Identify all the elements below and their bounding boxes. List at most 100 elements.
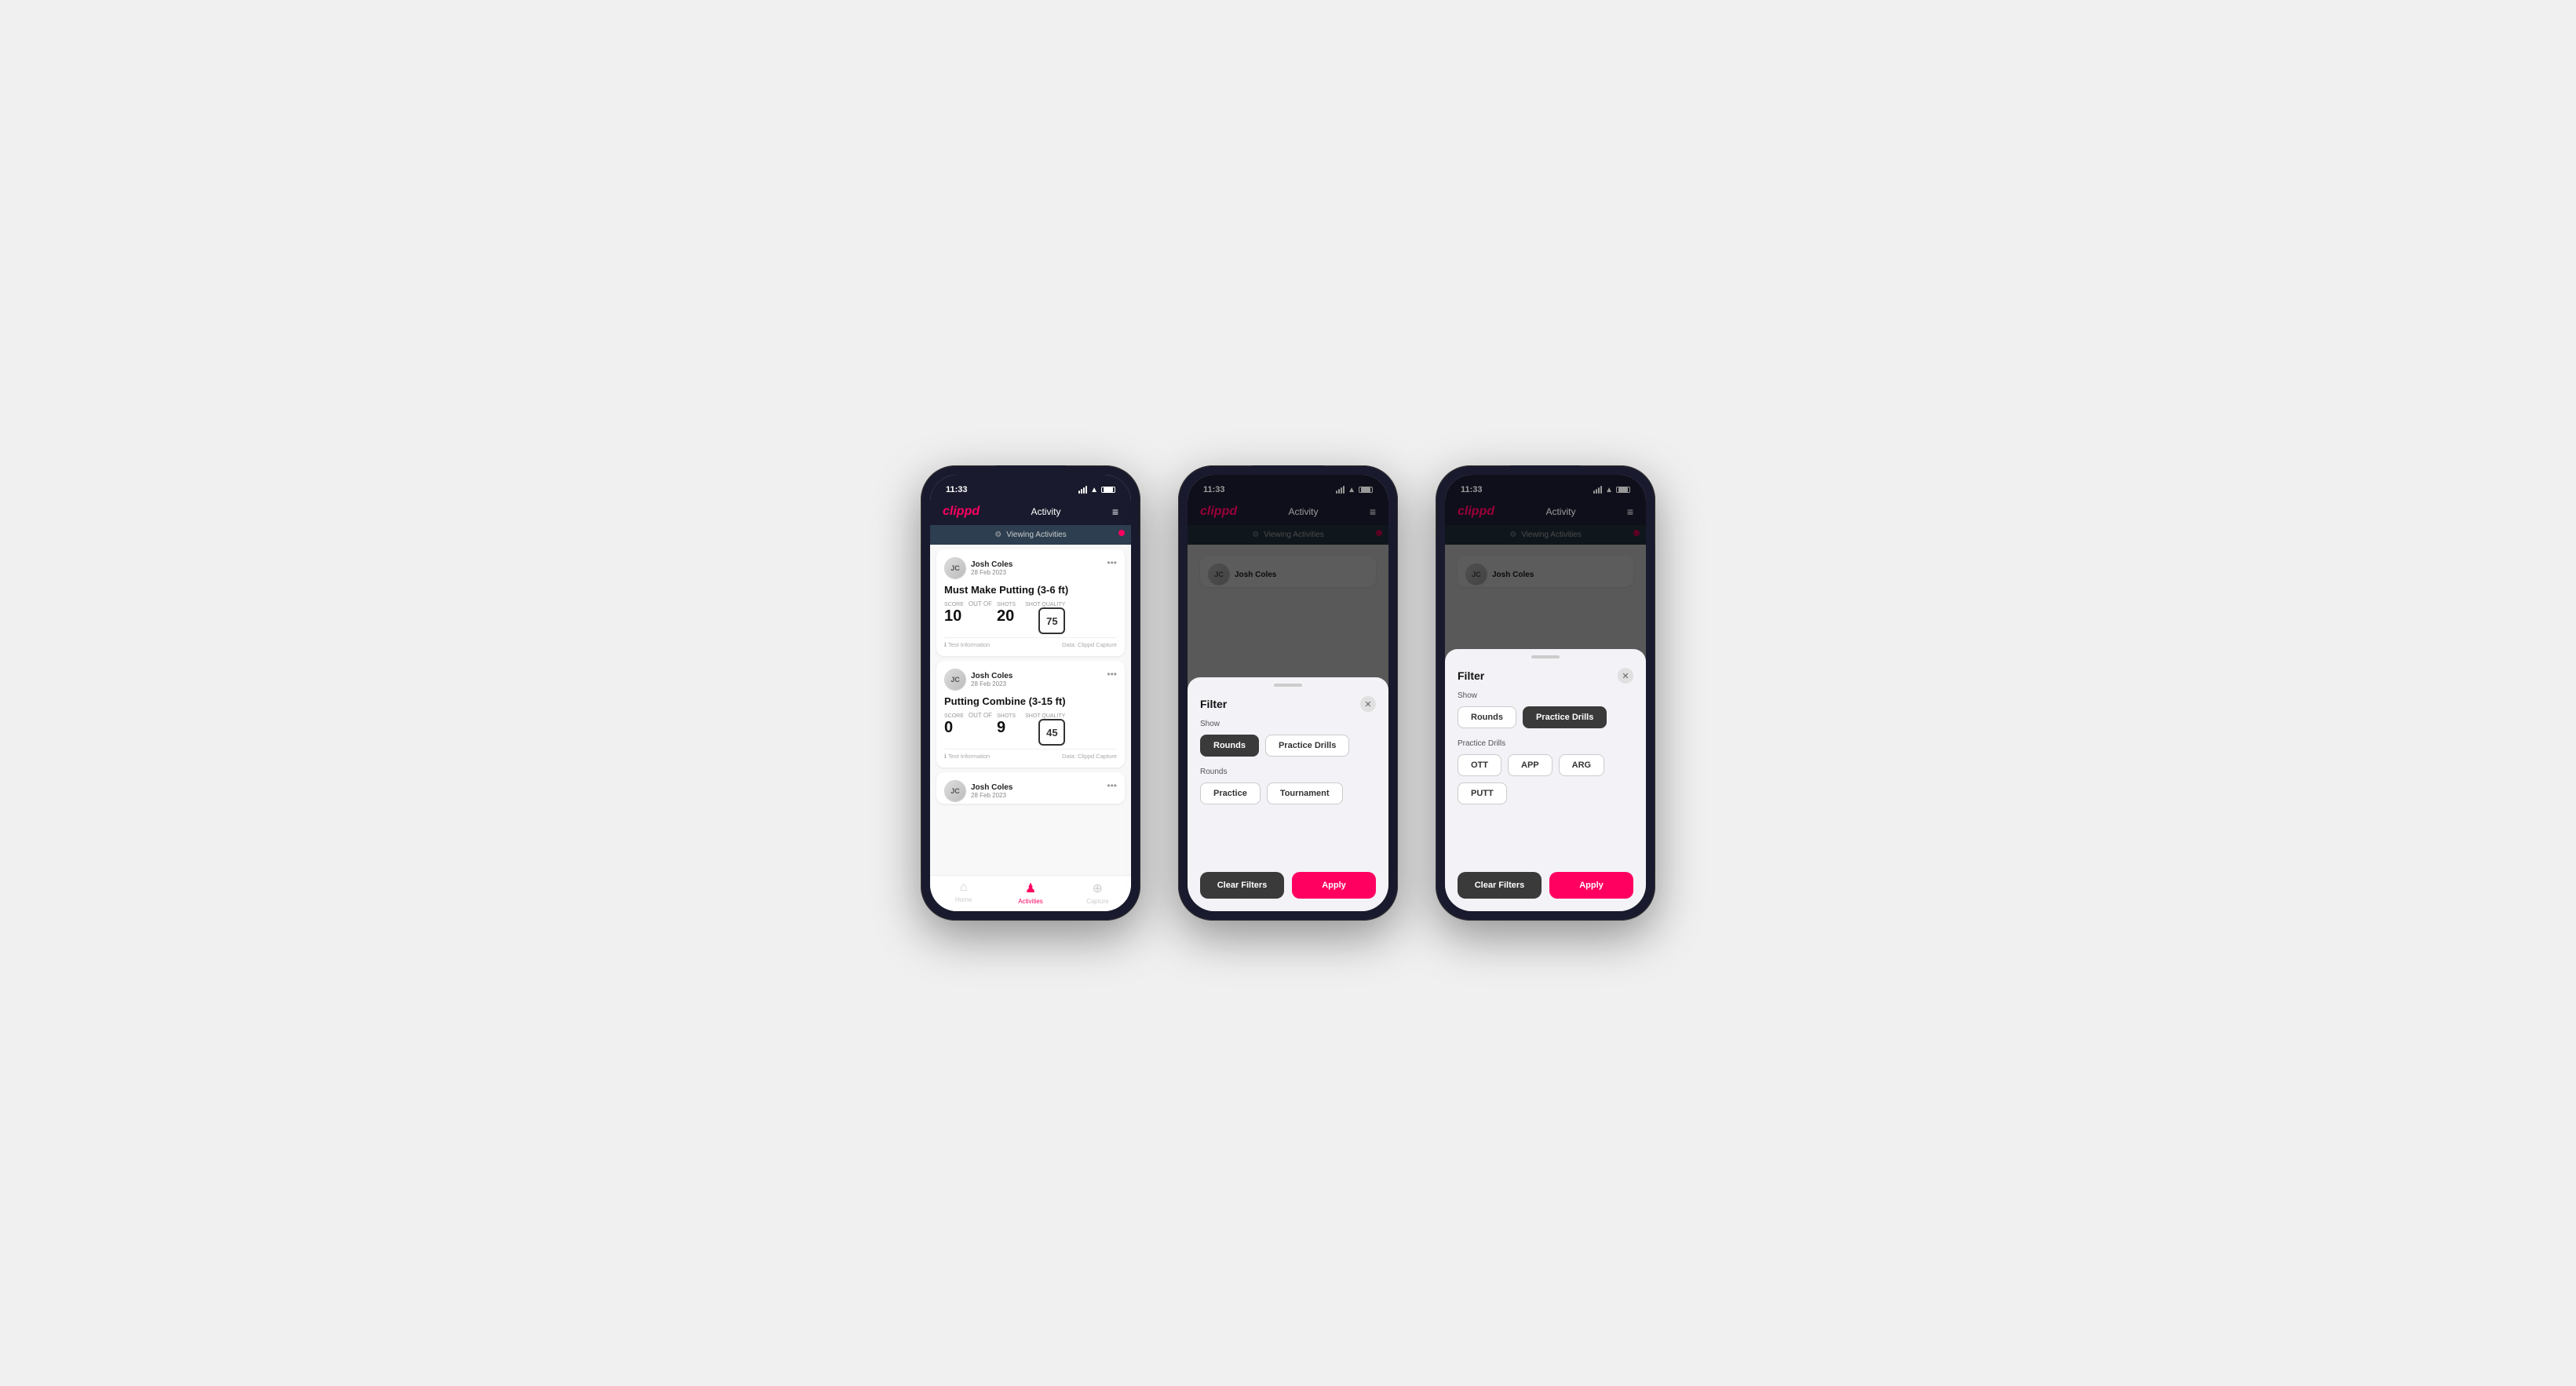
drills-filter-buttons-2: OTT APP ARG PUTT <box>1458 754 1633 804</box>
shots-value-2: 9 <box>997 719 1005 736</box>
modal-body-2: Show Rounds Practice Drills Practice Dri… <box>1445 691 1646 804</box>
sq-section-2: Shot Quality 45 <box>1025 713 1065 746</box>
sq-badge-2: 45 <box>1038 719 1065 746</box>
clear-filters-btn-2[interactable]: Clear Filters <box>1458 872 1542 899</box>
out-of-2: OUT OF <box>969 712 992 719</box>
score-value-1: 10 <box>944 607 961 625</box>
practice-drills-btn-2[interactable]: Practice Drills <box>1523 706 1607 728</box>
tournament-btn-1[interactable]: Tournament <box>1267 782 1343 804</box>
ott-btn-2[interactable]: OTT <box>1458 754 1501 776</box>
modal-footer-2: Clear Filters Apply <box>1445 863 1646 899</box>
user-details-1: Josh Coles 28 Feb 2023 <box>971 560 1013 576</box>
out-of-1: OUT OF <box>969 600 992 607</box>
app-btn-2[interactable]: APP <box>1508 754 1553 776</box>
user-name-1: Josh Coles <box>971 560 1013 569</box>
score-label-2: Score <box>944 713 964 719</box>
modal-footer-1: Clear Filters Apply <box>1188 863 1388 899</box>
signal-bar-2 <box>1081 489 1082 494</box>
scene: 11:33 ▲ clippd Activity <box>874 418 1702 968</box>
hamburger-icon-1[interactable]: ≡ <box>1112 505 1118 518</box>
shots-value-1: 20 <box>997 607 1014 625</box>
modal-header-2: Filter ✕ <box>1445 662 1646 691</box>
practice-drills-btn-1[interactable]: Practice Drills <box>1265 735 1349 757</box>
phone-2: 11:33 ▲ clippd Activity <box>1178 465 1398 921</box>
modal-handle-2 <box>1531 655 1560 658</box>
test-info-1: ℹ Test Information <box>944 641 990 648</box>
viewing-bar-1[interactable]: ⚙ Viewing Activities <box>930 525 1131 545</box>
card-header-2: JC Josh Coles 28 Feb 2023 ••• <box>944 669 1117 691</box>
filter-modal-1: Filter ✕ Show Rounds Practice Drills Rou… <box>1188 677 1388 911</box>
phone-2-inner: 11:33 ▲ clippd Activity <box>1188 475 1388 911</box>
filter-modal-2: Filter ✕ Show Rounds Practice Drills Pra… <box>1445 649 1646 911</box>
modal-body-1: Show Rounds Practice Drills Rounds Pract… <box>1188 720 1388 804</box>
more-dots-1[interactable]: ••• <box>1107 557 1117 568</box>
test-info-text-2: Test Information <box>948 753 990 760</box>
status-icons-1: ▲ <box>1078 486 1115 494</box>
avatar-2: JC <box>944 669 966 691</box>
rounds-section-label-1: Rounds <box>1200 768 1376 776</box>
arg-btn-2[interactable]: ARG <box>1559 754 1604 776</box>
modal-title-1: Filter <box>1200 698 1227 710</box>
rounds-btn-1[interactable]: Rounds <box>1200 735 1259 757</box>
status-time-1: 11:33 <box>946 485 968 494</box>
activities-icon-1: ♟ <box>1025 881 1036 896</box>
nav-capture-1[interactable]: ⊕ Capture <box>1064 881 1131 905</box>
nav-home-label-1: Home <box>955 896 972 903</box>
putt-btn-2[interactable]: PUTT <box>1458 782 1507 804</box>
filter-icon-1: ⚙ <box>994 531 1002 539</box>
signal-bar-3 <box>1083 487 1085 494</box>
apply-btn-1[interactable]: Apply <box>1292 872 1376 899</box>
info-icon-2: ℹ <box>944 753 947 760</box>
modal-header-1: Filter ✕ <box>1188 690 1388 720</box>
test-info-2: ℹ Test Information <box>944 753 990 760</box>
user-date-1: 28 Feb 2023 <box>971 569 1013 576</box>
activity-card-1: JC Josh Coles 28 Feb 2023 ••• Must Make … <box>936 549 1125 656</box>
user-info-1: JC Josh Coles 28 Feb 2023 <box>944 557 1013 579</box>
shots-label-1: Shots <box>997 602 1016 607</box>
clear-filters-btn-1[interactable]: Clear Filters <box>1200 872 1284 899</box>
app-title-1: Activity <box>1031 506 1060 517</box>
sq-label-1: Shot Quality <box>1025 602 1065 607</box>
home-icon-1: ⌂ <box>960 881 968 895</box>
nav-activities-1[interactable]: ♟ Activities <box>997 881 1064 905</box>
nav-capture-label-1: Capture <box>1086 898 1108 905</box>
close-btn-2[interactable]: ✕ <box>1618 668 1633 684</box>
sq-badge-1: 75 <box>1038 607 1065 634</box>
user-info-3: JC Josh Coles 28 Feb 2023 <box>944 780 1013 802</box>
signal-bar-1 <box>1078 491 1080 494</box>
avatar-inner-1: JC <box>945 558 965 578</box>
user-details-3: Josh Coles 28 Feb 2023 <box>971 783 1013 799</box>
score-label-1: Score <box>944 602 964 607</box>
app-content-1[interactable]: JC Josh Coles 28 Feb 2023 ••• Must Make … <box>930 545 1131 875</box>
red-dot-1 <box>1118 530 1125 536</box>
apply-btn-2[interactable]: Apply <box>1549 872 1633 899</box>
avatar-3: JC <box>944 780 966 802</box>
user-date-2: 28 Feb 2023 <box>971 680 1013 688</box>
phone-1-inner: 11:33 ▲ clippd Activity <box>930 475 1131 911</box>
modal-handle-1 <box>1274 684 1302 687</box>
nav-home-1[interactable]: ⌂ Home <box>930 881 997 905</box>
modal-title-2: Filter <box>1458 669 1484 682</box>
capture-icon-1: ⊕ <box>1093 881 1103 896</box>
rounds-btn-2[interactable]: Rounds <box>1458 706 1516 728</box>
phone-3: 11:33 ▲ clippd Activity <box>1436 465 1655 921</box>
card-footer-1: ℹ Test Information Data: Clippd Capture <box>944 637 1117 648</box>
avatar-inner-3: JC <box>945 781 965 801</box>
battery-icon-1 <box>1101 487 1115 493</box>
shots-section-1: Shots 20 <box>997 602 1016 626</box>
practice-btn-1[interactable]: Practice <box>1200 782 1261 804</box>
avatar-1: JC <box>944 557 966 579</box>
signal-bar-4 <box>1085 486 1087 494</box>
user-name-3: Josh Coles <box>971 783 1013 792</box>
signal-bars-1 <box>1078 486 1087 494</box>
activity-card-3: JC Josh Coles 28 Feb 2023 ••• <box>936 772 1125 804</box>
rounds-filter-buttons-1: Practice Tournament <box>1200 782 1376 804</box>
more-dots-2[interactable]: ••• <box>1107 669 1117 680</box>
more-dots-3[interactable]: ••• <box>1107 780 1117 791</box>
phone-1: 11:33 ▲ clippd Activity <box>921 465 1140 921</box>
notch-1 <box>995 465 1066 486</box>
score-value-2: 0 <box>944 719 953 736</box>
close-btn-1[interactable]: ✕ <box>1360 696 1376 712</box>
activity-title-2: Putting Combine (3-15 ft) <box>944 695 1117 707</box>
card-header-1: JC Josh Coles 28 Feb 2023 ••• <box>944 557 1117 579</box>
